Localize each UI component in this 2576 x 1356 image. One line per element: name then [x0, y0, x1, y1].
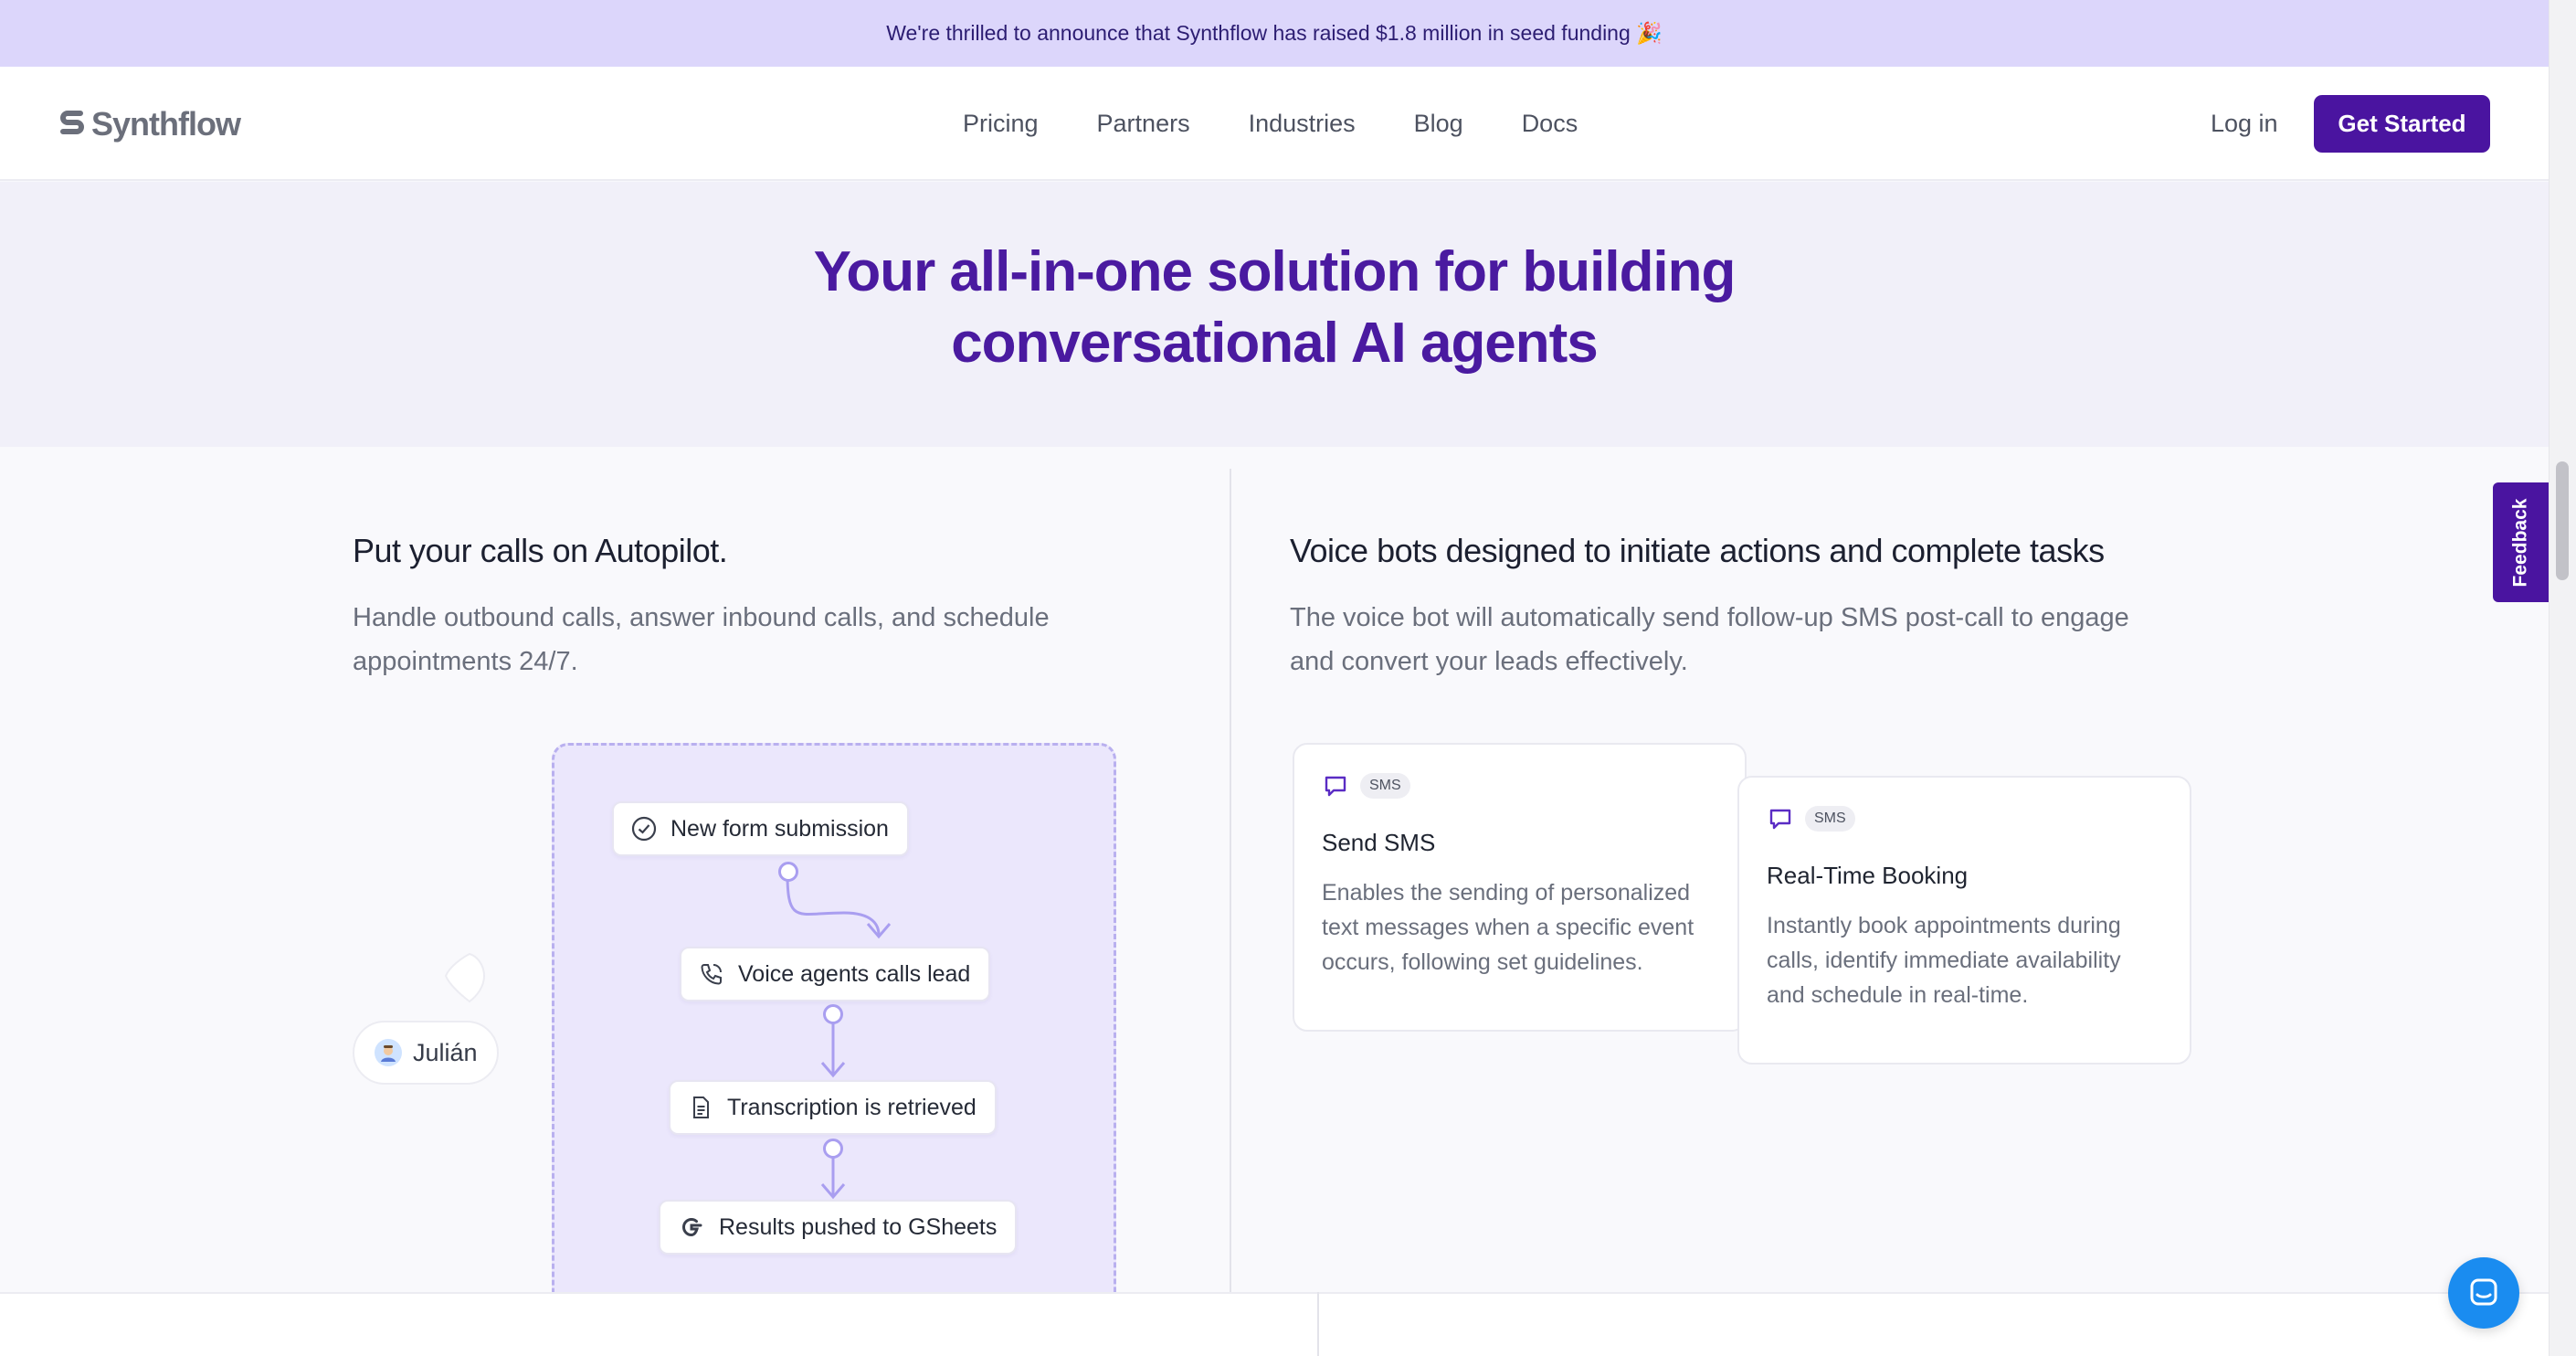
card-title: Send SMS — [1322, 829, 1436, 856]
card-header: SMS — [1322, 772, 1410, 800]
card-desc-line: Instantly book appointments during — [1767, 913, 2121, 938]
autopilot-description: Handle outbound calls, answer inbound ca… — [353, 596, 1050, 683]
card-description: Instantly book appointments during calls… — [1767, 908, 2169, 1012]
workflow-step-label: Voice agents calls lead — [738, 960, 971, 987]
nav-link-pricing[interactable]: Pricing — [963, 110, 1039, 138]
workflow-step-voice-call: Voice agents calls lead — [680, 947, 991, 1001]
cursor-pointer-icon — [444, 952, 486, 1003]
chat-icon — [2470, 1278, 2497, 1306]
card-desc-line: calls, identify immediate availability — [1767, 948, 2121, 973]
workflow-step-label: Results pushed to GSheets — [719, 1213, 998, 1240]
voice-bots-title: Voice bots designed to initiate actions … — [1290, 532, 2105, 569]
user-chip: Julián — [353, 1021, 499, 1085]
feedback-label: Feedback — [2509, 498, 2531, 587]
nav-link-docs[interactable]: Docs — [1522, 110, 1578, 138]
nav-link-partners[interactable]: Partners — [1097, 110, 1190, 138]
voice-bots-description: The voice bot will automatically send fo… — [1290, 596, 2129, 683]
real-time-booking-card: SMS Real-Time Booking Instantly book app… — [1737, 776, 2191, 1065]
hero-title: Your all-in-one solution for building co… — [0, 237, 2549, 379]
workflow-step-gsheets: Results pushed to GSheets — [659, 1200, 1018, 1255]
chat-launcher-button[interactable] — [2448, 1257, 2519, 1329]
send-sms-card: SMS Send SMS Enables the sending of pers… — [1293, 743, 1747, 1032]
next-section-strip — [0, 1292, 2549, 1356]
card-desc-line: occurs, following set guidelines. — [1322, 949, 1643, 975]
hero-title-line-1: Your all-in-one solution for building — [813, 240, 1737, 303]
login-link[interactable]: Log in — [2211, 67, 2278, 181]
page-scrollbar[interactable] — [2549, 0, 2576, 1356]
voice-bots-desc-line-1: The voice bot will automatically send fo… — [1290, 603, 2129, 632]
workflow-step-label: Transcription is retrieved — [727, 1094, 977, 1120]
card-desc-line: and schedule in real-time. — [1767, 982, 2029, 1008]
document-icon — [693, 1096, 709, 1118]
voice-bots-desc-line-2: and convert your leads effectively. — [1290, 647, 1688, 676]
synthflow-logo-icon — [60, 111, 84, 134]
autopilot-desc-line-2: appointments 24/7. — [353, 647, 578, 676]
nav-links: Pricing Partners Industries Blog Docs — [963, 67, 1578, 181]
sms-badge: SMS — [1360, 773, 1410, 799]
autopilot-desc-line-1: Handle outbound calls, answer inbound ca… — [353, 603, 1050, 632]
get-started-button[interactable]: Get Started — [2314, 95, 2490, 153]
hero-title-line-2: conversational AI agents — [951, 312, 1599, 375]
feedback-tab[interactable]: Feedback — [2493, 482, 2549, 602]
workflow-step-transcription: Transcription is retrieved — [669, 1080, 997, 1135]
card-title: Real-Time Booking — [1767, 862, 1969, 889]
user-chip-name: Julián — [413, 1038, 478, 1066]
connector-dot — [778, 862, 798, 882]
hero-section: Your all-in-one solution for building co… — [0, 182, 2549, 447]
logo-text: Synthflow — [91, 105, 241, 143]
card-description: Enables the sending of personalized text… — [1322, 875, 1724, 980]
connector-dot — [823, 1004, 843, 1024]
workflow-step-form-submission: New form submission — [612, 801, 909, 856]
column-divider — [1230, 469, 1231, 1292]
person-avatar-icon — [381, 1045, 396, 1062]
google-icon — [681, 1217, 702, 1237]
nav-link-blog[interactable]: Blog — [1414, 110, 1463, 138]
announcement-text: We're thrilled to announce that Synthflo… — [886, 21, 1663, 45]
synthflow-logo[interactable]: Synthflow — [58, 103, 241, 145]
phone-icon — [701, 964, 722, 985]
chat-bubble-icon — [1769, 809, 1791, 830]
workflow-step-label: New form submission — [670, 815, 889, 842]
nav-link-industries[interactable]: Industries — [1249, 110, 1356, 138]
sms-badge: SMS — [1805, 806, 1855, 832]
next-section-divider — [1317, 1292, 1319, 1356]
scrollbar-thumb[interactable] — [2556, 461, 2569, 580]
card-header: SMS — [1767, 805, 1855, 832]
announcement-banner[interactable]: We're thrilled to announce that Synthflo… — [0, 0, 2549, 67]
avatar — [375, 1039, 402, 1066]
check-circle-icon — [631, 816, 657, 842]
card-desc-line: Enables the sending of personalized — [1322, 880, 1691, 906]
chat-bubble-icon — [1325, 776, 1346, 797]
connector-dot — [823, 1139, 843, 1159]
card-desc-line: text messages when a specific event — [1322, 915, 1694, 940]
autopilot-title: Put your calls on Autopilot. — [353, 532, 728, 569]
top-nav: Synthflow Pricing Partners Industries Bl… — [0, 67, 2549, 181]
